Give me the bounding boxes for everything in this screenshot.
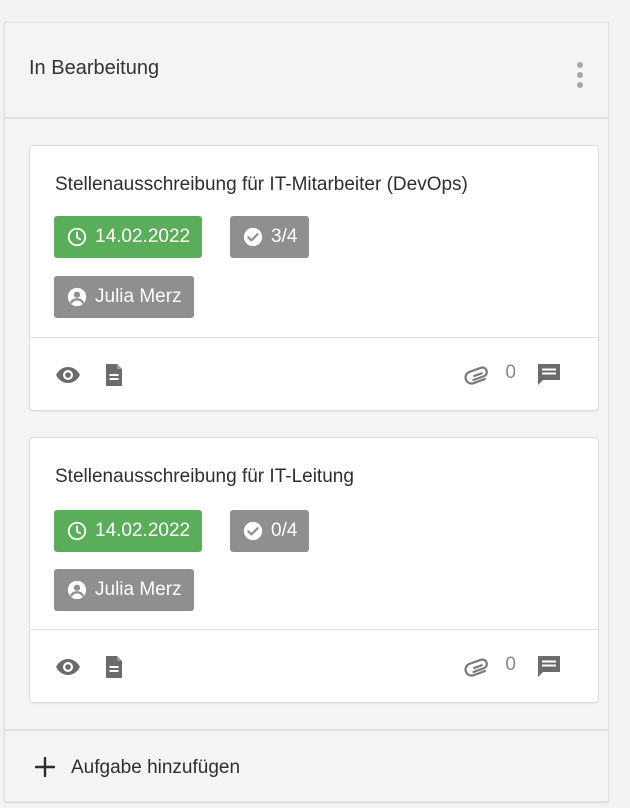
document-icon[interactable]: [104, 654, 124, 680]
attachment-count: 0: [505, 362, 516, 383]
assignee-badge[interactable]: Julia Merz: [54, 276, 194, 318]
due-date-text: 14.02.2022: [95, 226, 191, 247]
checklist-progress: 0/4: [271, 520, 298, 541]
checklist-badge[interactable]: 3/4: [230, 216, 310, 258]
assignee-badge[interactable]: Julia Merz: [54, 569, 194, 611]
add-task-label: Aufgabe hinzufügen: [71, 757, 241, 778]
check-circle-icon: [243, 521, 263, 541]
document-icon[interactable]: [104, 362, 124, 388]
paperclip-icon[interactable]: [464, 362, 490, 388]
clock-icon: [67, 227, 87, 247]
account-circle-icon: [67, 287, 87, 307]
assignee-name: Julia Merz: [95, 579, 182, 600]
task-card[interactable]: Stellenausschreibung für IT-Leitung 14.0…: [29, 437, 599, 703]
task-card[interactable]: Stellenausschreibung für IT-Mitarbeiter …: [29, 145, 599, 411]
card-footer: 0: [30, 337, 598, 412]
check-circle-icon: [243, 227, 263, 247]
column-title: In Bearbeitung: [29, 57, 160, 79]
kanban-column: In Bearbeitung Stellenausschreibung für …: [4, 22, 609, 802]
eye-icon[interactable]: [54, 362, 82, 388]
task-title: Stellenausschreibung für IT-Leitung: [55, 466, 354, 487]
checklist-badge[interactable]: 0/4: [230, 510, 310, 552]
assignee-name: Julia Merz: [95, 286, 182, 307]
task-title: Stellenausschreibung für IT-Mitarbeiter …: [55, 174, 468, 195]
paperclip-icon[interactable]: [464, 654, 490, 680]
due-date-text: 14.02.2022: [95, 520, 191, 541]
comment-icon[interactable]: [536, 654, 562, 680]
due-date-badge[interactable]: 14.02.2022: [54, 216, 203, 258]
more-vert-icon[interactable]: [574, 61, 586, 89]
attachment-count: 0: [505, 654, 516, 675]
add-task-button[interactable]: Aufgabe hinzufügen: [5, 729, 608, 801]
account-circle-icon: [67, 580, 87, 600]
card-footer: 0: [30, 629, 598, 704]
plus-icon: [35, 757, 55, 777]
checklist-progress: 3/4: [271, 226, 298, 247]
due-date-badge[interactable]: 14.02.2022: [54, 510, 203, 552]
eye-icon[interactable]: [54, 654, 82, 680]
column-header: In Bearbeitung: [5, 23, 608, 119]
comment-icon[interactable]: [536, 362, 562, 388]
clock-icon: [67, 521, 87, 541]
